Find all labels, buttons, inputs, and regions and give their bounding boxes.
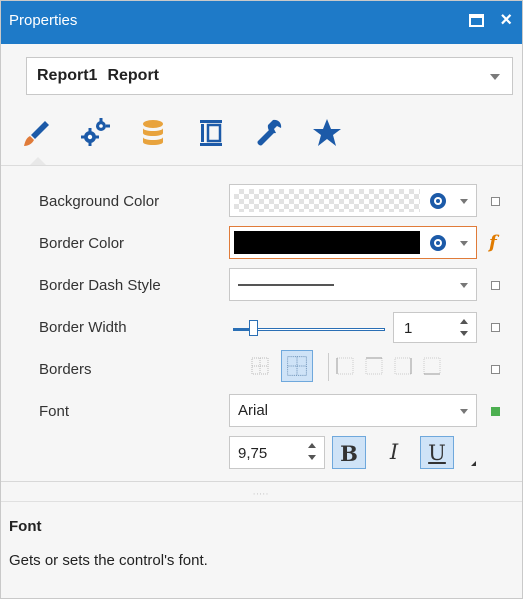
- border-color-editor[interactable]: [229, 226, 477, 259]
- borders-bottom-button[interactable]: [421, 355, 443, 377]
- property-marker[interactable]: [491, 197, 500, 206]
- spin-up-icon[interactable]: [460, 319, 468, 324]
- property-row-border-dash-style: Border Dash Style: [1, 265, 522, 306]
- grip-icon[interactable]: ∙∙∙∙∙: [253, 489, 269, 498]
- color-picker-icon[interactable]: [428, 191, 448, 211]
- close-icon[interactable]: ×: [500, 8, 512, 32]
- description-panel: Font Gets or sets the control's font.: [1, 501, 522, 599]
- dash-style-preview: [238, 284, 334, 286]
- property-marker[interactable]: [491, 323, 500, 332]
- tab-data[interactable]: [135, 115, 171, 151]
- chevron-down-icon[interactable]: [490, 74, 500, 80]
- splitter[interactable]: ∙∙∙∙∙: [1, 481, 522, 501]
- spin-up-icon[interactable]: [308, 443, 316, 448]
- font-size-spinner[interactable]: 9,75: [229, 436, 325, 469]
- tab-favorites[interactable]: [309, 115, 345, 151]
- description-title: Font: [9, 518, 42, 535]
- property-row-font-style: 9,75 B I U: [1, 433, 522, 474]
- border-left-icon: [336, 357, 354, 375]
- color-swatch: [234, 189, 420, 212]
- tab-tools[interactable]: [251, 115, 287, 151]
- borders-left-button[interactable]: [334, 355, 356, 377]
- slider-thumb[interactable]: [249, 320, 258, 336]
- layout-icon: [200, 120, 222, 146]
- tab-layout[interactable]: [193, 115, 229, 151]
- database-icon: [143, 120, 163, 145]
- spin-down-icon[interactable]: [460, 331, 468, 336]
- property-row-font: Font Arial: [1, 391, 522, 432]
- property-label: Border Width: [39, 319, 127, 336]
- border-none-icon: [251, 357, 269, 375]
- brush-icon: [24, 121, 49, 146]
- description-text: Gets or sets the control's font.: [9, 552, 208, 569]
- font-family-value: Arial: [238, 402, 269, 419]
- property-marker[interactable]: [491, 281, 500, 290]
- property-marker[interactable]: [491, 365, 500, 374]
- border-right-icon: [394, 357, 412, 375]
- divider: [328, 353, 329, 381]
- borders-right-button[interactable]: [392, 355, 414, 377]
- object-selector[interactable]: Report1 Report: [26, 57, 513, 95]
- borders-top-button[interactable]: [363, 355, 385, 377]
- border-top-icon: [365, 357, 383, 375]
- borders-all-button[interactable]: [281, 350, 313, 382]
- color-swatch: [234, 231, 420, 254]
- border-width-spinner[interactable]: 1: [393, 312, 477, 343]
- wrench-icon: [257, 119, 282, 146]
- border-bottom-icon: [423, 357, 441, 375]
- font-size-value: 9,75: [238, 445, 268, 462]
- object-type: Report: [107, 67, 160, 84]
- chevron-down-icon[interactable]: [460, 241, 468, 246]
- resize-grip-icon[interactable]: [471, 461, 476, 466]
- chevron-down-icon[interactable]: [460, 283, 468, 288]
- property-row-borders: Borders: [1, 349, 522, 390]
- star-icon: [313, 119, 341, 146]
- title-bar: Properties ×: [1, 1, 522, 44]
- chevron-down-icon[interactable]: [460, 199, 468, 204]
- expression-icon[interactable]: f: [489, 232, 497, 253]
- bold-button[interactable]: B: [332, 436, 366, 469]
- border-all-icon: [287, 356, 307, 376]
- panel-title: Properties: [9, 12, 78, 29]
- object-name: Report1: [37, 67, 98, 84]
- border-width-value: 1: [404, 320, 413, 337]
- property-marker[interactable]: [491, 407, 500, 416]
- category-tabs: [19, 115, 419, 155]
- property-label: Font: [39, 403, 70, 420]
- property-row-background-color: Background Color: [1, 181, 522, 222]
- tab-behavior[interactable]: [77, 115, 113, 151]
- font-family-select[interactable]: Arial: [229, 394, 477, 427]
- color-picker-icon[interactable]: [428, 233, 448, 253]
- divider: [1, 165, 522, 166]
- underline-button[interactable]: U: [420, 436, 454, 469]
- spin-down-icon[interactable]: [308, 455, 316, 460]
- border-dash-style-select[interactable]: [229, 268, 477, 301]
- property-row-border-color: Border Color f: [1, 223, 522, 264]
- property-row-border-width: Border Width 1: [1, 307, 522, 348]
- property-label: Borders: [39, 361, 92, 378]
- borders-none-button[interactable]: [249, 355, 271, 377]
- property-label: Border Dash Style: [39, 277, 161, 294]
- italic-button[interactable]: I: [377, 436, 411, 469]
- property-label: Border Color: [39, 235, 125, 252]
- background-color-editor[interactable]: [229, 184, 477, 217]
- maximize-icon[interactable]: [469, 14, 484, 27]
- property-label: Background Color: [39, 193, 160, 210]
- chevron-down-icon[interactable]: [460, 409, 468, 414]
- gears-icon: [81, 118, 110, 146]
- tab-appearance[interactable]: [19, 115, 55, 151]
- properties-panel: Properties × Report1 Report Background C…: [0, 0, 523, 599]
